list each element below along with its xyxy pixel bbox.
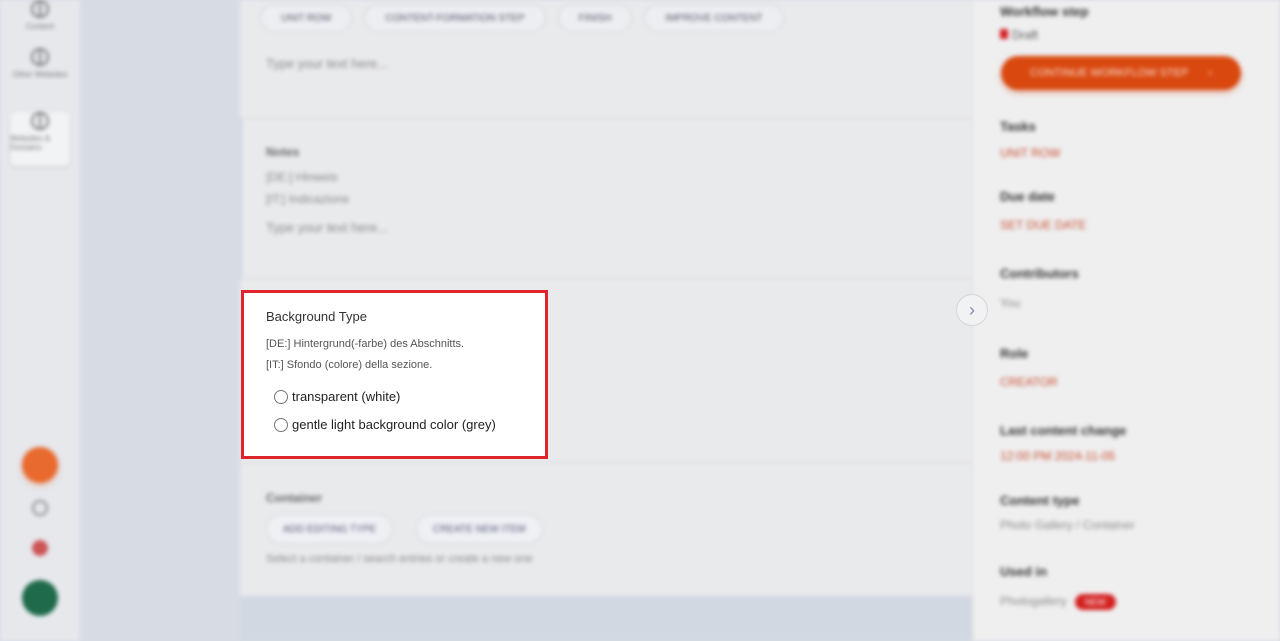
background-type-desc-de: [DE:] Hintergrund(-farbe) des Abschnitts… [266, 338, 465, 350]
due-date-value[interactable]: SET DUE DATE [1000, 218, 1086, 232]
used-in-label: Used in [1000, 564, 1047, 579]
container-label: Container [266, 491, 323, 505]
contributors-label: Contributors [1000, 266, 1079, 281]
expand-panel-button[interactable]: › [956, 294, 988, 326]
left-rail: Content Other Websites Websites & Domain… [0, 0, 80, 641]
notes-placeholder[interactable]: Type your text here... [266, 220, 388, 235]
notes-it: [IT:] Indicazione [266, 192, 350, 206]
option-grey-label: gentle light background color (grey) [292, 417, 496, 432]
globe-icon [31, 112, 49, 130]
notes-de: [DE:] Hinweis [266, 170, 339, 184]
add-editing-type-button[interactable]: ADD EDITING TYPE [266, 514, 394, 544]
divider [240, 118, 972, 119]
workflow-step-label: Workflow step [1000, 4, 1089, 19]
avatar[interactable] [22, 580, 58, 616]
option-transparent-label: transparent (white) [292, 389, 401, 404]
due-date-label: Due date [1000, 189, 1055, 204]
radio-transparent[interactable] [274, 389, 288, 404]
chip-content-formation[interactable]: CONTENT-FORMATION STEP [364, 4, 546, 32]
status-flag-icon [1000, 29, 1008, 39]
rail-item-other-websites[interactable]: Other Websites [10, 48, 70, 102]
globe-icon [31, 48, 49, 66]
chevron-right-icon: › [1208, 67, 1212, 79]
blurred-background: Content Other Websites Websites & Domain… [0, 0, 1280, 641]
option-transparent[interactable]: transparent (white) [274, 389, 400, 404]
last-change-label: Last content change [1000, 423, 1127, 438]
content-type-value: Photo Gallery / Container [1000, 518, 1135, 532]
globe-icon [31, 0, 49, 18]
chip-unit-row[interactable]: UNIT ROW [260, 4, 353, 32]
bottom-area [240, 596, 972, 641]
chip-row: UNIT ROW CONTENT-FORMATION STEP FINISH I… [260, 4, 784, 32]
continue-workflow-button[interactable]: CONTINUE WORKFLOW STEP › [1001, 56, 1241, 90]
last-change-value: 12:00 PM 2024-11-05 [1000, 449, 1116, 463]
right-panel: Workflow step Draft CONTINUE WORKFLOW ST… [972, 0, 1280, 641]
divider [240, 462, 972, 463]
section-marker [240, 118, 242, 278]
rail-item-websites-domains[interactable]: Websites & Domains [10, 112, 70, 166]
notes-label: Notes [266, 145, 300, 159]
divider [240, 278, 972, 279]
chip-finish[interactable]: FINISH [557, 4, 633, 32]
settings-icon[interactable] [32, 500, 48, 516]
notification-icon[interactable] [32, 540, 48, 556]
content-type-label: Content type [1000, 493, 1080, 508]
background-type-card: Background Type [DE:] Hintergrund(-farbe… [241, 290, 548, 459]
new-badge: NEW [1074, 594, 1116, 610]
contributors-value: You [1000, 296, 1021, 310]
chip-improve-content[interactable]: IMPROVE CONTENT [644, 4, 784, 32]
create-new-item-button[interactable]: CREATE NEW ITEM [416, 514, 543, 544]
option-grey[interactable]: gentle light background color (grey) [274, 417, 496, 432]
chevron-right-icon: › [969, 299, 975, 320]
workflow-step-value: Draft [1000, 28, 1038, 42]
role-value[interactable]: CREATOR [1000, 375, 1058, 389]
text-placeholder[interactable]: Type your text here... [266, 56, 388, 71]
role-label: Role [1000, 346, 1029, 361]
container-hint: Select a container / search entries or c… [266, 553, 533, 565]
tasks-label: Tasks [1000, 119, 1036, 134]
rail-item-content[interactable]: Content [10, 0, 70, 54]
used-in-value: Photogallery NEW [1000, 594, 1116, 610]
background-type-desc-it: [IT:] Sfondo (colore) della sezione. [266, 359, 433, 371]
radio-grey[interactable] [274, 417, 288, 432]
tasks-value[interactable]: UNIT ROW [1000, 146, 1060, 160]
add-fab-button[interactable] [22, 447, 58, 483]
background-type-title: Background Type [266, 309, 367, 324]
